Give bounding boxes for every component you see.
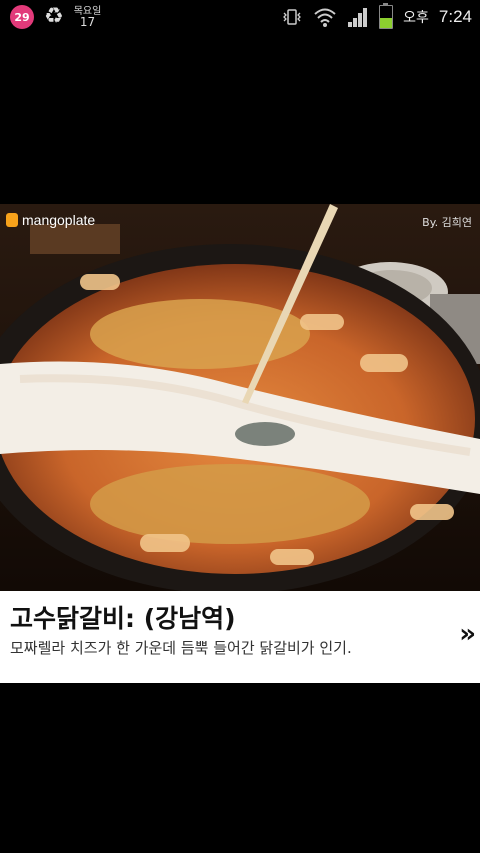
time-ampm: 오후 (403, 10, 429, 26)
date-number: 17 (79, 15, 96, 29)
mango-icon (6, 213, 18, 227)
date-widget: 목요일 17 (74, 6, 102, 28)
food-photo[interactable]: mangoplate By. 김희연 (0, 204, 480, 591)
mangoplate-logo: mangoplate (6, 212, 95, 228)
restaurant-description: 모짜렐라 치즈가 한 가운데 듬뿍 들어간 닭갈비가 인기. (10, 639, 352, 657)
restaurant-title: 고수닭갈비: (강남역) (10, 604, 236, 633)
food-photo-image (0, 204, 480, 591)
signal-icon (348, 8, 368, 27)
photo-credit: By. 김희연 (422, 216, 472, 229)
status-right: 오후 7:24 (281, 3, 472, 30)
status-bar: 29 ♻ 목요일 17 오후 7:24 (0, 0, 480, 34)
status-left: 29 ♻ 목요일 17 (10, 4, 101, 30)
restaurant-info-card[interactable]: 고수닭갈비: (강남역) 모짜렐라 치즈가 한 가운데 듬뿍 들어간 닭갈비가 … (0, 591, 480, 683)
vibrate-icon (283, 9, 302, 25)
next-arrow-icon[interactable]: » (459, 619, 476, 649)
wifi-icon (314, 8, 336, 27)
notification-badge: 29 (10, 5, 34, 29)
battery-icon (379, 3, 394, 29)
recycle-icon: ♻ (44, 4, 64, 29)
clock: 7:24 (438, 7, 472, 26)
logo-text: mangoplate (22, 212, 96, 228)
battery-level (380, 18, 393, 28)
